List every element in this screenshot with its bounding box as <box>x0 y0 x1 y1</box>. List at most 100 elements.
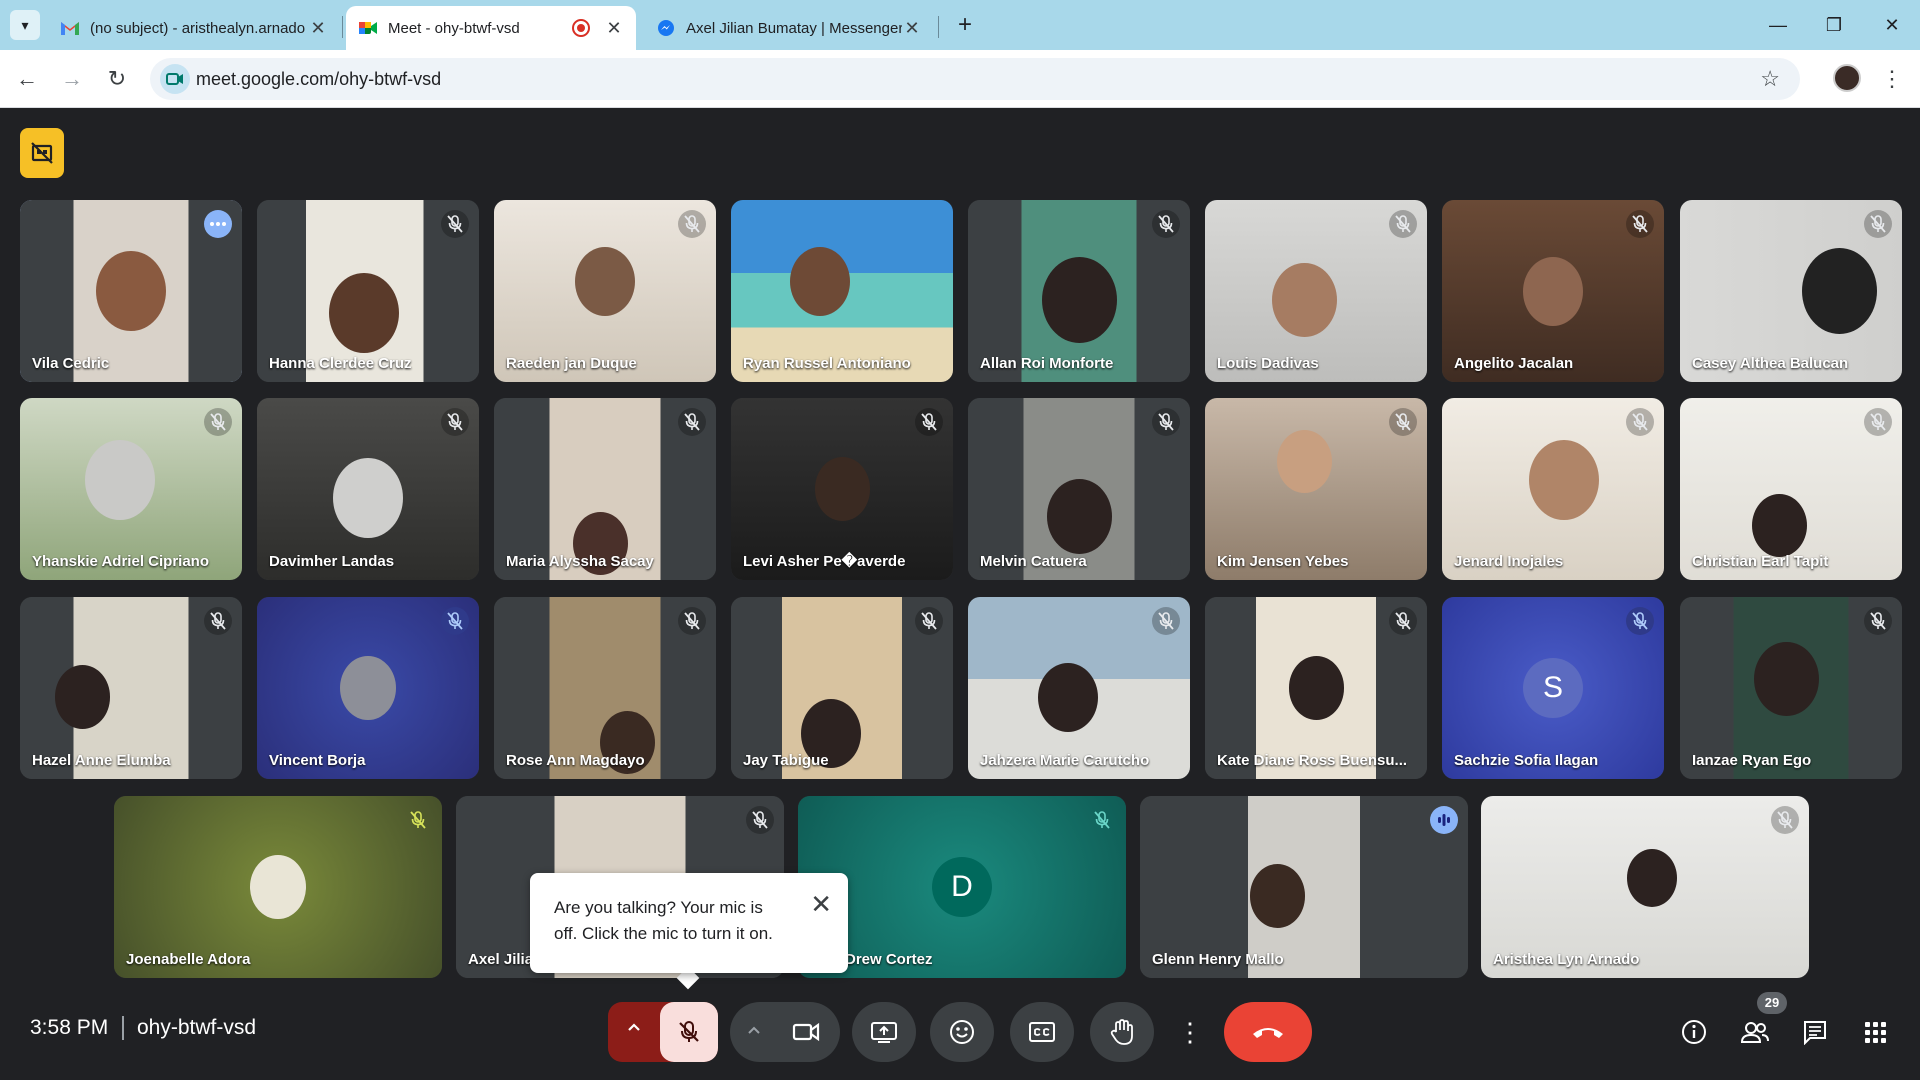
participant-tile[interactable]: Casey Althea Balucan <box>1680 200 1902 382</box>
participant-name: Hazel Anne Elumba <box>32 752 171 769</box>
participant-tile[interactable]: Davimher Landas <box>257 398 479 580</box>
participant-tile[interactable]: Maria Alyssha Sacay <box>494 398 716 580</box>
mic-off-icon <box>1864 607 1892 635</box>
mic-off-icon <box>1626 607 1654 635</box>
participant-avatar: D <box>932 857 992 917</box>
mic-off-icon <box>679 1021 699 1042</box>
participant-face <box>1041 256 1117 344</box>
participant-name: Raeden jan Duque <box>506 355 637 372</box>
participant-face <box>1037 662 1098 732</box>
participant-name: Ryan Russel Antoniano <box>743 355 911 372</box>
participant-name: Maria Alyssha Sacay <box>506 553 654 570</box>
participant-tile[interactable]: Jenard Inojales <box>1442 398 1664 580</box>
camera-toggle-button[interactable] <box>782 1014 830 1050</box>
mic-off-icon <box>1864 408 1892 436</box>
participant-tile[interactable]: Ianzae Ryan Ego <box>1680 597 1902 779</box>
participant-avatar: S <box>1523 658 1583 718</box>
more-options-icon[interactable] <box>204 210 232 238</box>
people-icon <box>1740 1022 1769 1043</box>
participant-name: Melvin Catuera <box>980 553 1087 570</box>
reactions-button[interactable] <box>930 1002 994 1062</box>
apps-grid-icon <box>1865 1022 1886 1043</box>
speaking-indicator-icon <box>1430 806 1458 834</box>
captions-icon <box>1029 1022 1055 1042</box>
participant-face <box>1288 656 1344 720</box>
mic-off-icon <box>1389 607 1417 635</box>
participant-name: Jahzera Marie Carutcho <box>980 752 1150 769</box>
participant-name: Sachzie Sofia Ilagan <box>1454 752 1599 769</box>
participant-tile[interactable]: Levi Asher Pe�averde <box>731 398 953 580</box>
mic-off-icon <box>1389 408 1417 436</box>
participant-face <box>340 655 396 721</box>
participant-tile[interactable]: Raeden jan Duque <box>494 200 716 382</box>
camera-icon <box>792 1022 820 1042</box>
participant-tile[interactable]: S Sachzie Sofia Ilagan <box>1442 597 1664 779</box>
mic-off-icon <box>404 806 432 834</box>
participant-name: Vila Cedric <box>32 355 110 372</box>
participant-name: Joenabelle Adora <box>126 951 251 968</box>
participant-tile[interactable]: Jahzera Marie Carutcho <box>968 597 1190 779</box>
participant-tile[interactable]: Rose Ann Magdayo <box>494 597 716 779</box>
mic-off-icon <box>441 210 469 238</box>
participant-name: Louis Dadivas <box>1217 355 1319 372</box>
participant-face <box>1529 439 1600 521</box>
participant-tile[interactable]: Yhanskie Adriel Cipriano <box>20 398 242 580</box>
people-button[interactable] <box>1733 1010 1777 1054</box>
more-options-button[interactable]: ⋮ <box>1170 1002 1210 1062</box>
participant-tile[interactable]: Joenabelle Adora <box>114 796 442 978</box>
chat-button[interactable] <box>1793 1010 1837 1054</box>
participant-tile[interactable]: Jay Tabigue <box>731 597 953 779</box>
participant-name: Christian Earl Tapit <box>1692 553 1829 570</box>
chevron-up-icon[interactable] <box>746 1022 762 1043</box>
participant-name: Glenn Henry Mallo <box>1152 951 1284 968</box>
leave-call-button[interactable] <box>1224 1002 1312 1062</box>
participant-tile[interactable]: Vila Cedric <box>20 200 242 382</box>
participant-tile[interactable]: Allan Roi Monforte <box>968 200 1190 382</box>
participant-name: Yhanskie Adriel Cipriano <box>32 553 209 570</box>
mic-off-icon <box>915 408 943 436</box>
participant-face <box>1752 493 1808 558</box>
participant-tile[interactable]: Glenn Henry Mallo <box>1140 796 1468 978</box>
participant-name: Hanna Clerdee Cruz <box>269 355 412 372</box>
mic-off-icon <box>1864 210 1892 238</box>
participant-tile[interactable]: Christian Earl Tapit <box>1680 398 1902 580</box>
mic-off-icon <box>678 210 706 238</box>
present-screen-button[interactable] <box>852 1002 916 1062</box>
participant-name: Casey Althea Balucan <box>1692 355 1849 372</box>
mic-off-icon <box>1626 408 1654 436</box>
participant-tile[interactable]: Kate Diane Ross Buensu... <box>1205 597 1427 779</box>
participant-tile[interactable]: Louis Dadivas <box>1205 200 1427 382</box>
activities-button[interactable] <box>1853 1010 1897 1054</box>
captions-button[interactable] <box>1010 1002 1074 1062</box>
participant-tile[interactable]: Angelito Jacalan <box>1442 200 1664 382</box>
participant-name: Davimher Landas <box>269 553 395 570</box>
participant-face <box>814 457 870 521</box>
participant-face <box>54 665 110 729</box>
participant-tile[interactable]: Vincent Borja <box>257 597 479 779</box>
participant-name: Axel Jilia <box>468 951 534 968</box>
chevron-up-icon <box>626 1018 642 1041</box>
divider <box>122 1016 124 1040</box>
participant-tile[interactable]: Aristhea Lyn Arnado <box>1481 796 1809 978</box>
meeting-details-button[interactable] <box>1672 1010 1716 1054</box>
participant-tile[interactable]: Ryan Russel Antoniano <box>731 200 953 382</box>
mic-off-icon <box>441 408 469 436</box>
chat-icon <box>1804 1021 1826 1045</box>
participant-count-badge: 29 <box>1757 992 1787 1014</box>
raise-hand-button[interactable] <box>1090 1002 1154 1062</box>
participant-face <box>328 272 399 354</box>
participant-name: Rose Ann Magdayo <box>506 752 645 769</box>
mic-off-icon <box>441 607 469 635</box>
camera-group <box>730 1002 840 1062</box>
participant-face <box>789 247 850 317</box>
participant-tile[interactable]: Melvin Catuera <box>968 398 1190 580</box>
meeting-code: ohy-btwf-vsd <box>137 1016 257 1039</box>
participant-tile[interactable]: Kim Jensen Yebes <box>1205 398 1427 580</box>
microphone-toggle-button[interactable] <box>660 1002 718 1062</box>
mic-off-icon <box>1389 210 1417 238</box>
participant-face <box>575 247 635 317</box>
mic-off-icon <box>1626 210 1654 238</box>
participant-tile[interactable]: Hazel Anne Elumba <box>20 597 242 779</box>
close-icon[interactable]: ✕ <box>810 891 832 917</box>
participant-tile[interactable]: Hanna Clerdee Cruz <box>257 200 479 382</box>
